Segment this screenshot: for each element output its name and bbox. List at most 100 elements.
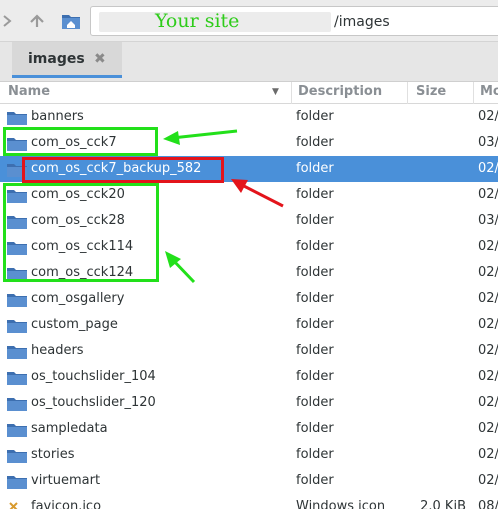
- row-name: com_os_cck114: [31, 239, 134, 254]
- row-description: Windows icon: [296, 499, 386, 509]
- column-size[interactable]: Size: [408, 82, 474, 104]
- row-name: com_osgallery: [31, 291, 125, 306]
- row-name: sampledata: [31, 421, 108, 436]
- close-icon[interactable]: ✖: [94, 51, 106, 67]
- folder-icon: [7, 344, 27, 359]
- row-description: folder: [296, 473, 334, 488]
- tab-images[interactable]: images ✖: [12, 42, 122, 78]
- row-size: 2.0 KiB: [420, 499, 466, 509]
- row-size: [414, 338, 470, 364]
- row-size: [414, 234, 470, 260]
- table-row[interactable]: custom_page folder 02/: [0, 312, 498, 338]
- row-name: com_os_cck124: [31, 265, 134, 280]
- row-name: banners: [31, 109, 84, 124]
- row-description: folder: [296, 447, 334, 462]
- folder-icon: [7, 370, 27, 385]
- folder-icon: [7, 188, 27, 203]
- table-row[interactable]: sampledata folder 02/: [0, 416, 498, 442]
- table-row[interactable]: com_os_cck7_backup_582 folder 02/: [0, 156, 498, 182]
- row-name: headers: [31, 343, 84, 358]
- table-row[interactable]: com_os_cck7 folder 03/: [0, 130, 498, 156]
- row-name: stories: [31, 447, 75, 462]
- row-modified: 02/: [478, 395, 498, 410]
- row-size: [414, 130, 470, 156]
- folder-icon: [7, 240, 27, 255]
- file-list: banners folder 02/com_os_cck7 folder 03/com_…: [0, 104, 498, 509]
- row-name: com_os_cck28: [31, 213, 125, 228]
- row-name: com_os_cck7: [31, 135, 117, 150]
- table-row[interactable]: com_os_cck124 folder 02/: [0, 260, 498, 286]
- site-overlay-label: Your site: [155, 10, 240, 32]
- table-row[interactable]: os_touchslider_104 folder 02/: [0, 364, 498, 390]
- table-row[interactable]: virtuemart folder 02/: [0, 468, 498, 494]
- row-size: [414, 364, 470, 390]
- row-description: folder: [296, 421, 334, 436]
- row-description: folder: [296, 291, 334, 306]
- row-modified: 03/: [478, 135, 498, 150]
- row-modified: 03/: [478, 213, 498, 228]
- row-modified: 02/: [478, 265, 498, 280]
- row-description: folder: [296, 187, 334, 202]
- row-description: folder: [296, 343, 334, 358]
- row-description: folder: [296, 395, 334, 410]
- row-description: folder: [296, 213, 334, 228]
- row-modified: 02/: [478, 317, 498, 332]
- column-name-label: Name: [8, 84, 51, 99]
- row-name: os_touchslider_104: [31, 369, 156, 384]
- row-size: [414, 208, 470, 234]
- folder-icon: [7, 214, 27, 229]
- row-name: os_touchslider_120: [31, 395, 156, 410]
- column-name[interactable]: Name ▼: [0, 82, 292, 104]
- home-folder-icon[interactable]: [58, 8, 84, 34]
- table-row[interactable]: headers folder 02/: [0, 338, 498, 364]
- tab-label: images: [28, 51, 85, 67]
- address-bar[interactable]: Your site /images: [90, 6, 498, 36]
- row-modified: 02/: [478, 447, 498, 462]
- folder-icon: [7, 422, 27, 437]
- folder-icon: [7, 396, 27, 411]
- row-size: [414, 312, 470, 338]
- up-icon[interactable]: [24, 8, 50, 34]
- column-modified[interactable]: Mo: [474, 82, 498, 104]
- row-size: [414, 416, 470, 442]
- row-size: [414, 390, 470, 416]
- row-name: com_os_cck20: [31, 187, 125, 202]
- row-size: [414, 260, 470, 286]
- row-modified: 02/: [478, 291, 498, 306]
- row-description: folder: [296, 369, 334, 384]
- sort-down-icon: ▼: [272, 87, 279, 97]
- address-path: /images: [334, 14, 390, 30]
- table-row[interactable]: com_os_cck28 folder 03/: [0, 208, 498, 234]
- toolbar: Your site /images: [0, 0, 498, 42]
- row-description: folder: [296, 265, 334, 280]
- row-description: folder: [296, 135, 334, 150]
- folder-icon: [7, 448, 27, 463]
- row-size: [414, 104, 470, 130]
- forward-icon[interactable]: [0, 8, 20, 34]
- table-row[interactable]: com_osgallery folder 02/: [0, 286, 498, 312]
- row-size: [414, 468, 470, 494]
- image-file-icon: [7, 500, 27, 509]
- row-size: [414, 182, 470, 208]
- row-description: folder: [296, 161, 334, 176]
- table-row[interactable]: favicon.ico Windows icon 2.0 KiB 08/: [0, 494, 498, 509]
- table-row[interactable]: stories folder 02/: [0, 442, 498, 468]
- column-description[interactable]: Description: [292, 82, 408, 104]
- folder-icon: [7, 136, 27, 151]
- row-name: custom_page: [31, 317, 118, 332]
- row-modified: 02/: [478, 161, 498, 176]
- table-row[interactable]: com_os_cck114 folder 02/: [0, 234, 498, 260]
- table-row[interactable]: os_touchslider_120 folder 02/: [0, 390, 498, 416]
- row-name: favicon.ico: [31, 499, 102, 509]
- row-description: folder: [296, 239, 334, 254]
- table-row[interactable]: com_os_cck20 folder 02/: [0, 182, 498, 208]
- folder-icon: [7, 292, 27, 307]
- row-modified: 02/: [478, 421, 498, 436]
- table-row[interactable]: banners folder 02/: [0, 104, 498, 130]
- row-modified: 02/: [478, 369, 498, 384]
- row-modified: 02/: [478, 187, 498, 202]
- column-headers: Name ▼ Description Size Mo: [0, 82, 498, 104]
- row-size: [414, 442, 470, 468]
- row-modified: 02/: [478, 473, 498, 488]
- folder-icon: [7, 266, 27, 281]
